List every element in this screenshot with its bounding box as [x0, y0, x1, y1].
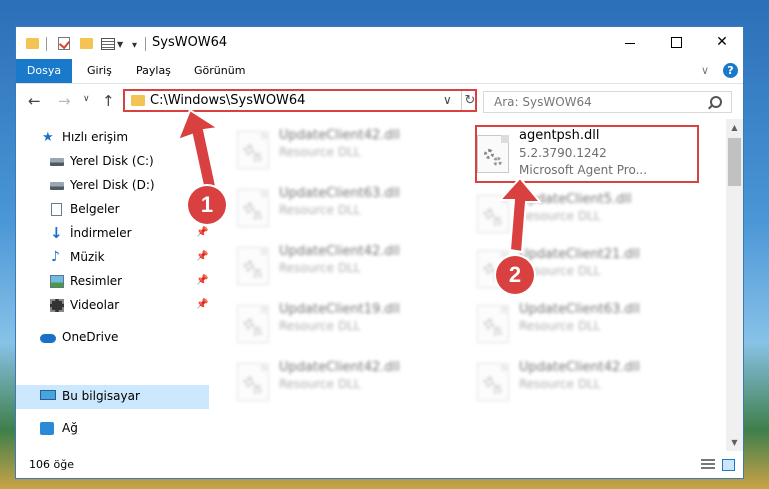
callout-two: 2: [496, 256, 534, 294]
callout-one: 1: [188, 186, 226, 224]
arrow-one: [176, 108, 221, 192]
arrow-two: [497, 176, 543, 254]
annotation-arrows: [176, 108, 543, 254]
